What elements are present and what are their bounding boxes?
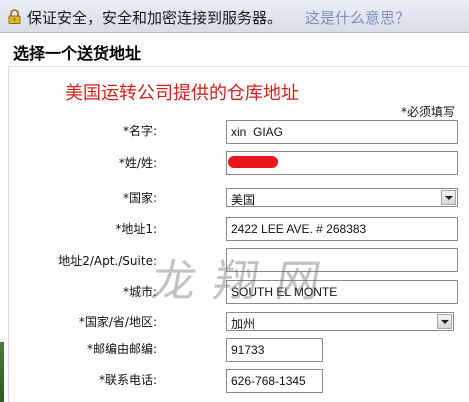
name-label: *名字: <box>122 124 157 138</box>
watermark: 龙翔网 <box>147 256 343 307</box>
security-help-link[interactable]: 这是什么意思？ <box>305 7 410 28</box>
chevron-down-icon[interactable] <box>437 314 452 329</box>
country-label: *国家: <box>122 191 157 205</box>
required-note: *必须填写 <box>401 105 456 119</box>
state-select-value: 加州 <box>231 317 256 331</box>
security-bar: 保证安全，安全和加密连接到服务器。 这是什么意思？ <box>0 0 469 33</box>
phone-label: *联系电话: <box>98 373 157 387</box>
side-decoration <box>0 342 4 402</box>
state-label: *国家/省/地区: <box>78 315 157 329</box>
state-select[interactable]: 加州 <box>226 312 454 331</box>
address2-label: 地址2/Apt./Suite: <box>58 254 157 268</box>
zip-input[interactable] <box>226 338 323 362</box>
panel-title: 选择一个送货地址 <box>13 44 142 63</box>
country-select-value: 美国 <box>231 193 256 207</box>
security-message: 保证安全，安全和加密连接到服务器。 <box>27 9 283 27</box>
form-heading: 美国运转公司提供的仓库地址 <box>65 83 299 104</box>
lock-icon <box>8 9 21 24</box>
address1-input[interactable] <box>226 217 458 241</box>
redaction-mark <box>228 156 278 168</box>
country-select[interactable]: 美国 <box>226 188 458 207</box>
surname-label: *姓/姓: <box>118 156 157 170</box>
zip-label: *邮编由邮编: <box>86 342 157 356</box>
address1-label: *地址1: <box>115 222 157 236</box>
phone-input[interactable] <box>226 369 323 393</box>
name-input[interactable] <box>226 120 458 144</box>
chevron-down-icon[interactable] <box>441 190 456 205</box>
